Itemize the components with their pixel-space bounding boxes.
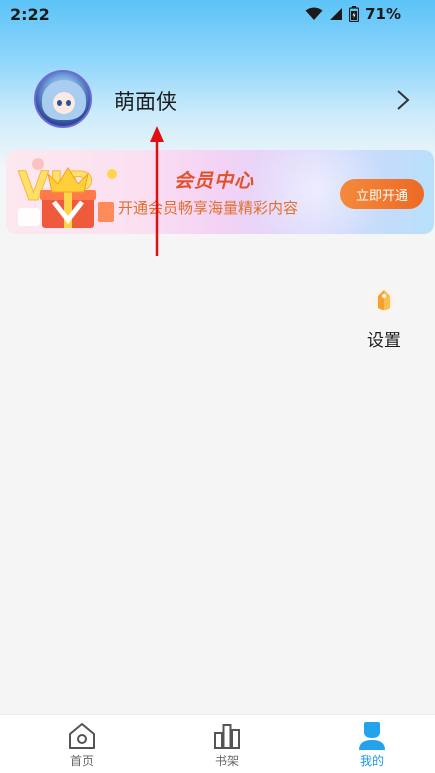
- status-icons: 71%: [305, 5, 401, 23]
- nav-item-home[interactable]: 首页: [52, 715, 112, 773]
- person-icon: [359, 722, 385, 750]
- battery-percent: 71%: [365, 5, 401, 23]
- status-bar: 2:22 71%: [0, 0, 435, 30]
- username: 萌面侠: [114, 90, 177, 114]
- profile-row[interactable]: 萌面侠: [0, 68, 435, 132]
- vip-gift-icon: VIP: [18, 158, 117, 228]
- nav-item-bookshelf[interactable]: 书架: [197, 715, 257, 773]
- bottom-nav: 首页 书架 我的: [0, 714, 435, 773]
- nav-label-mine: 我的: [359, 754, 384, 768]
- settings-entry[interactable]: 设置: [356, 278, 412, 351]
- vip-subtitle: 开通会员畅享海量精彩内容: [118, 199, 299, 217]
- avatar[interactable]: [34, 70, 92, 128]
- battery-icon: [349, 6, 360, 22]
- settings-label: 设置: [367, 331, 401, 351]
- settings-tag-icon: [368, 284, 400, 316]
- nav-label-bookshelf: 书架: [214, 754, 239, 768]
- chevron-right-icon[interactable]: [393, 88, 413, 112]
- status-time: 2:22: [10, 5, 50, 24]
- nav-label-home: 首页: [69, 754, 94, 768]
- vip-title: 会员中心: [174, 170, 255, 192]
- vip-open-button[interactable]: 立即开通: [340, 179, 424, 209]
- wifi-icon: [305, 7, 323, 20]
- signal-icon: [330, 8, 343, 20]
- nav-item-mine[interactable]: 我的: [342, 715, 402, 773]
- vip-banner[interactable]: VIP 会员中心 开通会员畅享海量精彩内容 立即开通: [6, 150, 434, 234]
- bookshelf-icon: [214, 724, 240, 749]
- home-icon: [69, 723, 95, 749]
- arrow-up-annotation: [150, 126, 164, 256]
